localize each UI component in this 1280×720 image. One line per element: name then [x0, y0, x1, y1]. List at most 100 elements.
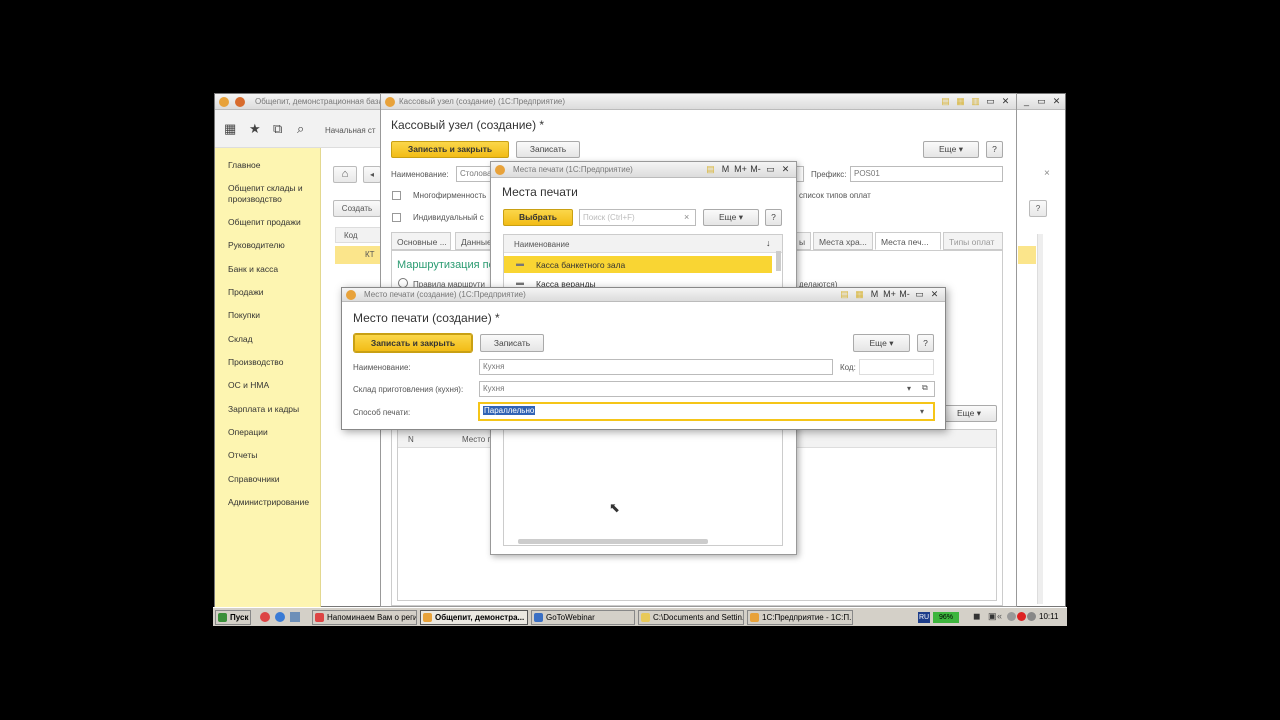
- mesto-calc-icon[interactable]: ▦: [853, 288, 866, 301]
- back-icon[interactable]: ◂: [363, 166, 381, 183]
- star-icon[interactable]: ★: [249, 121, 261, 137]
- monitor-icon[interactable]: ▣: [988, 611, 997, 622]
- kassa-link-icon[interactable]: ▤: [939, 95, 952, 108]
- taskbar-item-1c-catering[interactable]: Общепит, демонстра...: [420, 610, 528, 625]
- list-help-button[interactable]: ?: [1029, 200, 1047, 217]
- sidebar-item-assets[interactable]: ОС и НМА: [228, 380, 316, 391]
- tab-storage[interactable]: Места хра...: [813, 232, 873, 250]
- start-page-tab[interactable]: Начальная ст: [321, 110, 381, 148]
- search-icon[interactable]: ⌕: [297, 121, 304, 137]
- search-input[interactable]: Поиск (Ctrl+F): [579, 209, 696, 226]
- mesto-save-button[interactable]: Записать: [480, 334, 544, 352]
- row-label: Касса банкетного зала: [536, 260, 626, 270]
- individual-checkbox[interactable]: [392, 213, 401, 222]
- home-icon[interactable]: ⌂: [333, 166, 357, 183]
- mesta-mminus-icon[interactable]: M-: [749, 163, 762, 176]
- list-row-selected[interactable]: ▬ Касса банкетного зала: [504, 256, 772, 273]
- mesto-more-button[interactable]: Еще ▾: [853, 334, 910, 352]
- mesto-code-field[interactable]: [859, 359, 934, 375]
- sidebar-item-admin[interactable]: Администрирование: [228, 497, 316, 508]
- warehouse-open-icon[interactable]: ⧉: [922, 383, 928, 393]
- list-hscroll-thumb[interactable]: [518, 539, 708, 544]
- select-button[interactable]: Выбрать: [503, 209, 573, 226]
- close-tab-icon[interactable]: ×: [1044, 168, 1050, 179]
- warehouse-dropdown-icon[interactable]: ▾: [907, 384, 911, 393]
- print-place-form-window: Место печати (создание) (1С:Предприятие)…: [341, 287, 946, 430]
- tray-app-icon[interactable]: [1007, 612, 1016, 621]
- close-icon[interactable]: ✕: [1050, 95, 1063, 108]
- mesta-more-button[interactable]: Еще ▾: [703, 209, 759, 226]
- mesta-m-icon[interactable]: M: [719, 163, 732, 176]
- tab-print-places[interactable]: Места печ...: [875, 232, 941, 250]
- app-menu-icon[interactable]: [235, 97, 245, 107]
- language-indicator[interactable]: RU: [918, 612, 930, 623]
- desktop-icon[interactable]: [290, 612, 300, 622]
- sidebar-item-payroll[interactable]: Зарплата и кадры: [228, 404, 316, 415]
- sort-arrow-icon[interactable]: ↓: [766, 238, 771, 248]
- kassa-calc-icon[interactable]: ▦: [954, 95, 967, 108]
- chrome-icon[interactable]: [260, 612, 270, 622]
- mesto-restore-icon[interactable]: ▭: [913, 288, 926, 301]
- sidebar-item-sales[interactable]: Продажи: [228, 287, 316, 298]
- table-more-button[interactable]: Еще ▾: [941, 405, 997, 422]
- tab-basic[interactable]: Основные ...: [391, 232, 451, 250]
- tab-payment-types[interactable]: Типы оплат: [943, 232, 1003, 250]
- kassa-more-button[interactable]: Еще ▾: [923, 141, 979, 158]
- sidebar-item-bank[interactable]: Банк и касса: [228, 264, 316, 275]
- sidebar-item-operations[interactable]: Операции: [228, 427, 316, 438]
- sidebar-item-reports[interactable]: Отчеты: [228, 450, 316, 461]
- sidebar-item-main[interactable]: Главное: [228, 160, 316, 171]
- kassa-restore-icon[interactable]: ▭: [984, 95, 997, 108]
- taskbar-item-explorer[interactable]: C:\Documents and Settin...: [638, 610, 744, 625]
- sidebar-item-warehouse[interactable]: Склад: [228, 334, 316, 345]
- tray-settings-icon[interactable]: [1027, 612, 1036, 621]
- sidebar-item-catalogs[interactable]: Справочники: [228, 474, 316, 485]
- mesta-restore-icon[interactable]: ▭: [764, 163, 777, 176]
- tray-expand-icon[interactable]: «: [997, 611, 1002, 621]
- multi-company-checkbox[interactable]: [392, 191, 401, 200]
- print-method-field[interactable]: Параллельно: [478, 402, 935, 421]
- mesta-mplus-icon[interactable]: M+: [734, 163, 747, 176]
- mesto-link-icon[interactable]: ▤: [838, 288, 851, 301]
- clear-search-icon[interactable]: ×: [684, 212, 689, 222]
- mesto-close-icon[interactable]: ✕: [928, 288, 941, 301]
- kassa-calendar-icon[interactable]: ▥: [969, 95, 982, 108]
- taskbar-item-1c-enterprise[interactable]: 1С:Предприятие - 1С:П...: [747, 610, 853, 625]
- list-vscroll-thumb[interactable]: [776, 251, 781, 271]
- sidebar-item-catering-sales[interactable]: Общепит продажи: [228, 217, 316, 228]
- minimize-icon[interactable]: _: [1020, 95, 1033, 108]
- mesto-name-field[interactable]: Кухня: [479, 359, 833, 375]
- taskbar-item-gotowebinar[interactable]: GoToWebinar: [531, 610, 635, 625]
- taskbar-item-reminder[interactable]: Напоминаем Вам о реги...: [312, 610, 417, 625]
- network-icon[interactable]: ◼: [973, 611, 980, 622]
- tab-data[interactable]: Данные: [455, 232, 491, 250]
- mesto-m-icon[interactable]: M: [868, 288, 881, 301]
- kassa-help-button[interactable]: ?: [986, 141, 1003, 158]
- mesto-help-button[interactable]: ?: [917, 334, 934, 352]
- restore-icon[interactable]: ▭: [1035, 95, 1048, 108]
- list-scrollbar[interactable]: [1037, 234, 1043, 604]
- sidebar-item-purchases[interactable]: Покупки: [228, 310, 316, 321]
- create-button[interactable]: Создать: [333, 200, 381, 217]
- mesto-mplus-icon[interactable]: M+: [883, 288, 896, 301]
- ie-icon[interactable]: [275, 612, 285, 622]
- kassa-close-icon[interactable]: ✕: [999, 95, 1012, 108]
- sidebar-item-manager[interactable]: Руководителю: [228, 240, 316, 251]
- kassa-save-button[interactable]: Записать: [516, 141, 580, 158]
- list-row-selected[interactable]: КТ: [335, 246, 381, 264]
- sidebar-item-production[interactable]: Производство: [228, 357, 316, 368]
- tray-alert-icon[interactable]: [1017, 612, 1026, 621]
- kassa-prefix-field[interactable]: POS01: [850, 166, 1003, 182]
- mesto-mminus-icon[interactable]: M-: [898, 288, 911, 301]
- mesta-link-icon[interactable]: ▤: [704, 163, 717, 176]
- sidebar-item-catering-warehouse[interactable]: Общепит склады и производство: [228, 183, 316, 205]
- mesta-help-button[interactable]: ?: [765, 209, 782, 226]
- kassa-save-close-button[interactable]: Записать и закрыть: [391, 141, 509, 158]
- warehouse-field[interactable]: Кухня: [479, 381, 935, 397]
- history-icon[interactable]: ⧉: [273, 121, 282, 137]
- mesto-save-close-button[interactable]: Записать и закрыть: [354, 334, 472, 352]
- start-button[interactable]: Пуск: [215, 610, 251, 625]
- print-method-dropdown-icon[interactable]: ▾: [920, 407, 924, 416]
- apps-icon[interactable]: ▦: [224, 121, 236, 137]
- mesta-close-icon[interactable]: ✕: [779, 163, 792, 176]
